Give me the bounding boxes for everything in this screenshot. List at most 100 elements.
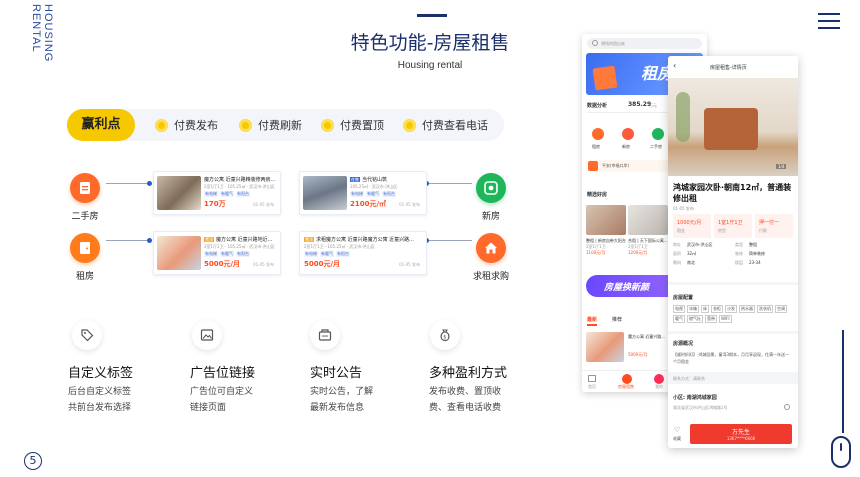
config-list: 电视 冰箱 床 衣柜 沙发 热水器 洗衣机 空调 暖气 燃气灶 宽带 WIFI — [673, 305, 787, 323]
latest-photo[interactable] — [586, 332, 624, 362]
connector-line — [106, 240, 148, 241]
new-shortcut-icon[interactable] — [622, 128, 634, 140]
detail-photo[interactable]: 1/4 — [668, 78, 798, 176]
profile-icon[interactable] — [654, 374, 664, 384]
category-rent-label: 租房 — [75, 272, 94, 282]
listing-tags: 有电梯 有暖气 有阳台 — [350, 191, 396, 197]
promo-text: 房屋换新颜 — [604, 283, 650, 293]
feature-title: 广告位链接 — [190, 366, 256, 381]
brand-line-2: RENTAL — [30, 4, 42, 53]
listing-title: 魔方公寓 近童兴路精装修两房... — [204, 177, 276, 183]
shortcut-label: 二手房 — [650, 144, 662, 149]
coin-icon — [321, 118, 334, 132]
contact-name: 万先生 — [731, 429, 750, 436]
config-title: 房屋配置 — [673, 295, 694, 301]
photo-counter: 1/4 — [776, 164, 787, 169]
brand-line-1: HOUSING — [42, 4, 54, 63]
pick-photo[interactable] — [586, 205, 626, 235]
listing-photo — [157, 236, 201, 270]
listing-tags: 有电梯 有暖气 有阳台 — [204, 191, 250, 197]
listing-spec: 105.25㎡ · 武汉市-洪山区 — [350, 184, 398, 189]
divider — [668, 282, 798, 285]
plant-illustration — [676, 92, 690, 142]
detail-header-title: 房屋租售-详情页 — [710, 65, 747, 71]
used-shortcut-icon[interactable] — [652, 128, 664, 140]
page-title: 特色功能-房屋租售 — [350, 32, 510, 54]
section-title: 精选好房 — [587, 192, 608, 198]
detail-header: ‹ 房屋租售-详情页 — [668, 56, 798, 78]
nav-label: 首页 — [588, 384, 596, 389]
price-box: 1000元/月 租金 — [673, 214, 711, 238]
listing-date: 01-05 发布 — [253, 262, 274, 267]
back-icon[interactable]: ‹ — [673, 61, 676, 70]
pick-price: 1200元/月 — [628, 250, 648, 255]
listing-spec: 2室1厅1卫 · 105.25㎡ · 武汉市-洪山区 — [304, 244, 375, 249]
title-accent-bar — [417, 14, 447, 17]
location-icon[interactable] — [784, 404, 790, 410]
tab-latest[interactable]: 最新 — [587, 316, 597, 323]
monetize-item: 付费刷新 — [239, 117, 302, 133]
notice-text: 平安(幸福口岸) — [602, 163, 630, 168]
page-number: 5 — [24, 452, 42, 470]
category-used-label: 二手房 — [71, 212, 99, 222]
tag-icon — [72, 320, 102, 350]
latest-price: 5000元/月 — [628, 352, 648, 357]
listing-tags: 有电梯 有暖气 有阳台 — [304, 251, 350, 257]
home-icon[interactable] — [588, 375, 596, 382]
listing-title: 在售 当代铭山筑 — [350, 177, 388, 183]
search-bar[interactable]: 想找的租出来 — [587, 38, 702, 49]
feature-desc: 广告位可自定义 链接页面 — [190, 387, 254, 413]
listing-card[interactable]: 魔方公寓 近童兴路精装修两房... 2室1厅1卫 · 105.25㎡ · 武汉市… — [153, 171, 281, 215]
feature-title: 实时公告 — [310, 366, 363, 381]
listing-date: 01-05 发布 — [253, 202, 274, 207]
stats-unit: 万元 — [649, 103, 657, 108]
rent-house-icon — [70, 233, 100, 263]
desc-text: 【顺时折扣】-鸿城园景，童湾3期本，月月享返现，住满一年送一个月租金 — [673, 352, 789, 364]
chair-illustration — [704, 108, 758, 150]
connector-line — [428, 240, 472, 241]
listing-price: 2100元/㎡ — [350, 200, 387, 208]
listing-card[interactable]: 在售 当代铭山筑 105.25㎡ · 武汉市-洪山区 有电梯 有暖气 有阳台 2100… — [299, 171, 427, 215]
feature-desc: 发布收费、置顶收 费、查看电话收费 — [429, 387, 502, 413]
nav-label: 房屋租售 — [618, 384, 634, 389]
pick-photo[interactable] — [628, 205, 668, 235]
connector-line — [428, 183, 472, 184]
want-house-icon — [476, 233, 506, 263]
latest-title: 魔方公寓 近童兴路... — [628, 334, 666, 339]
svg-text:$: $ — [443, 335, 446, 341]
detail-title: 鸿城家园次卧·朝南12㎡，普通装修出租 — [673, 183, 792, 203]
rent-shortcut-icon[interactable] — [592, 128, 604, 140]
contact-button[interactable]: 万先生 1367****6666 — [690, 424, 792, 444]
listing-date: 01-05 发布 — [399, 202, 420, 207]
listing-card[interactable]: 置顶 求租魔方公寓 近童兴路魔方公寓 近童兴路... 2室1厅1卫 · 105.2… — [299, 231, 427, 275]
favorite-label: 收藏 — [673, 436, 681, 441]
scroll-line — [842, 330, 844, 433]
hamburger-menu-icon[interactable] — [818, 13, 840, 29]
listing-date: 01-05 发布 — [399, 262, 420, 267]
stats-value: 385.29 — [628, 101, 652, 108]
coin-icon — [403, 118, 416, 132]
vertical-brand: HOUSING RENTAL — [30, 4, 54, 62]
shortcut-label: 新房 — [622, 144, 630, 149]
category-want-label: 求租求购 — [472, 272, 509, 282]
connector-line — [106, 183, 148, 184]
info-table: 地址 武汉市-洪山区 类型 整租 面积 32㎡ 装修 简单装修 朝向 南北 楼层 23-34 — [673, 242, 765, 265]
phone-mockup-detail: ‹ 房屋租售-详情页 1/4 鸿城家园次卧·朝南12㎡，普通装修出租 01-05… — [668, 56, 798, 448]
image-icon — [192, 320, 222, 350]
detail-date: 01-05 发布 — [673, 206, 694, 211]
search-placeholder: 想找的租出来 — [601, 41, 625, 46]
category-new-label: 新房 — [481, 212, 500, 222]
community-label: 小区: 南湖鸿城家园 — [673, 395, 717, 401]
tab-recommend[interactable]: 推荐 — [612, 316, 622, 323]
notice-strip: 联系方式：请联系 — [668, 372, 798, 384]
listing-photo — [157, 176, 201, 210]
shortcut-label: 租房 — [592, 144, 600, 149]
house-nav-icon[interactable] — [622, 374, 632, 384]
new-house-icon — [476, 173, 506, 203]
scroll-mouse-icon[interactable] — [831, 436, 851, 468]
price-box: 1室1厅1卫 房型 — [714, 214, 752, 238]
coin-icon — [155, 118, 168, 132]
heart-icon[interactable]: ♡ — [674, 426, 680, 434]
listing-tags: 有电梯 有暖气 有阳台 — [204, 251, 250, 257]
listing-card[interactable]: 置顶 魔方公寓 近童兴路地近... 2室1厅1卫 · 105.25㎡ · 武汉市-… — [153, 231, 281, 275]
